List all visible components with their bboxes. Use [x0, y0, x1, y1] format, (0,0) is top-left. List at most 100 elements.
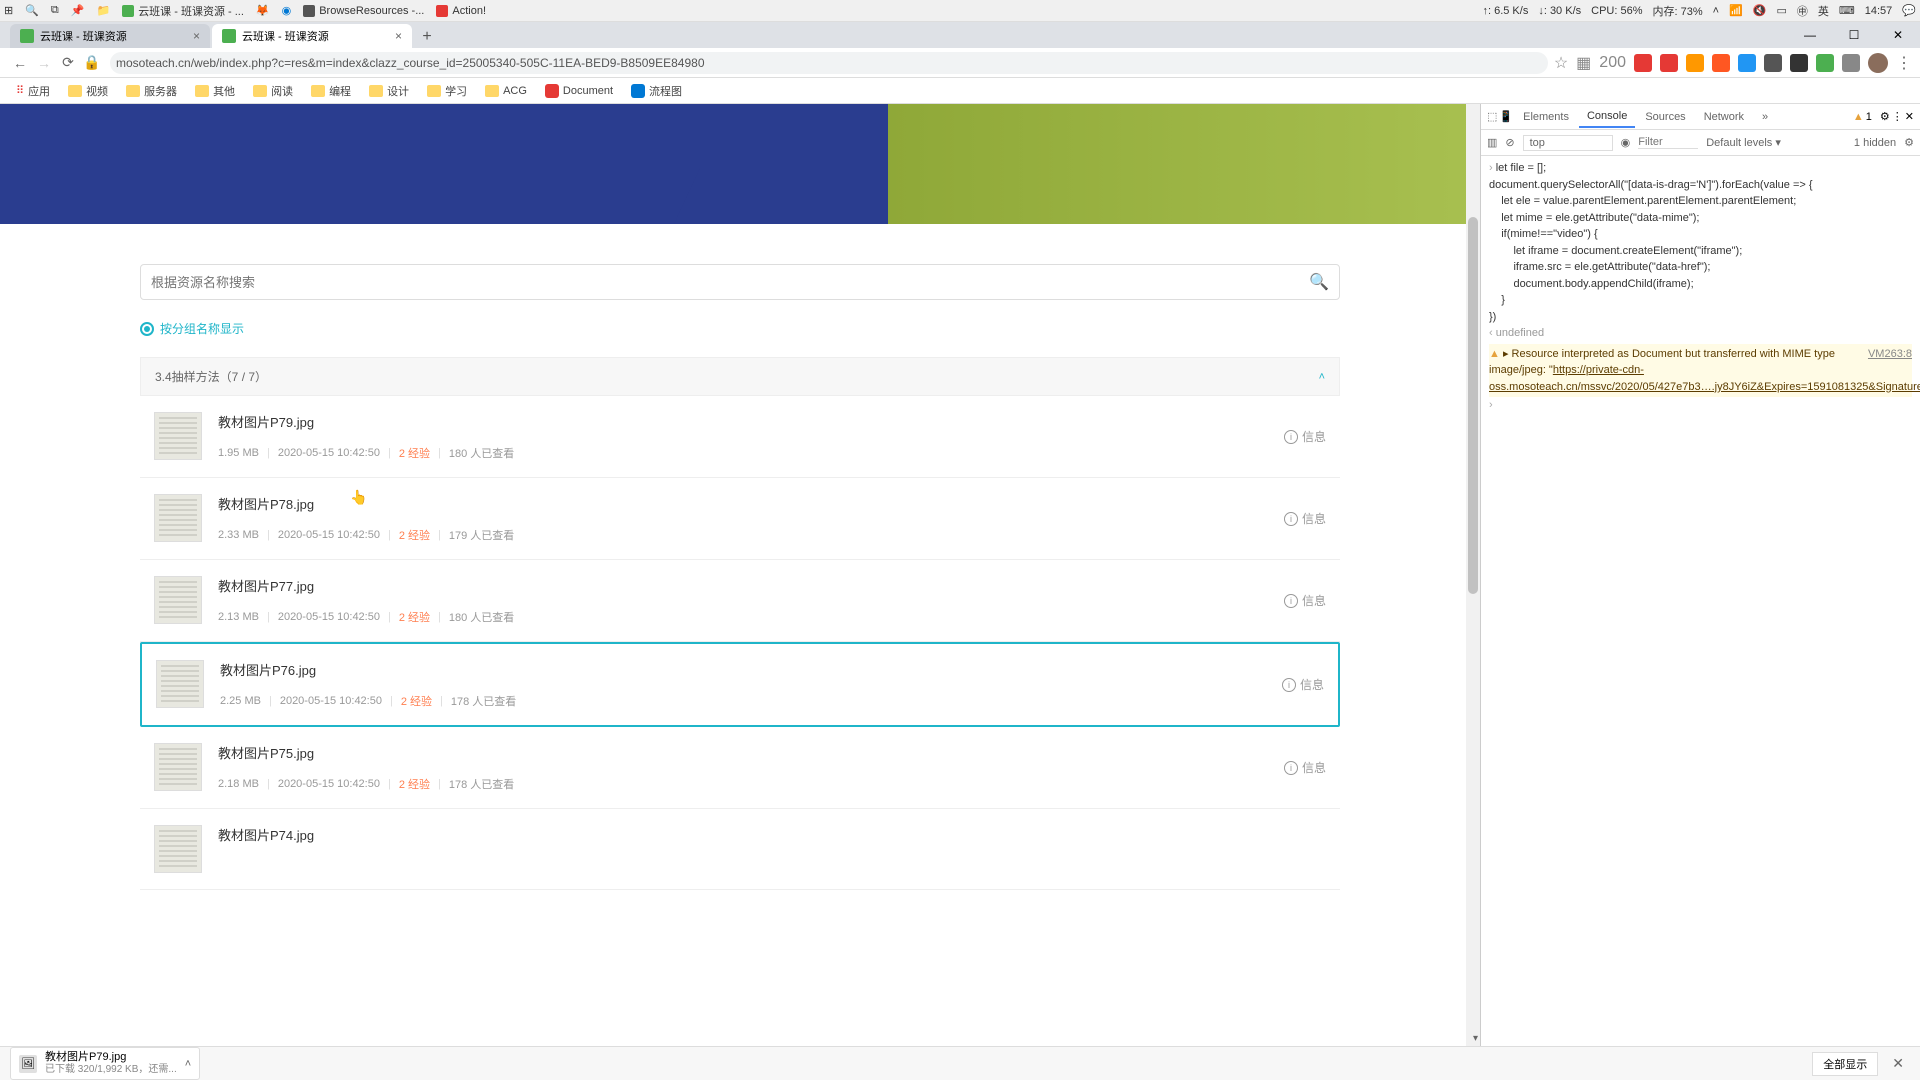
- minimize-button[interactable]: —: [1788, 22, 1832, 48]
- tab-network[interactable]: Network: [1696, 107, 1752, 127]
- scroll-down-icon[interactable]: ▾: [1471, 1031, 1480, 1046]
- profile-avatar[interactable]: [1868, 53, 1888, 73]
- close-icon[interactable]: ×: [395, 29, 402, 43]
- pin-icon[interactable]: 📌: [71, 4, 85, 17]
- extension-icon[interactable]: [1738, 54, 1756, 72]
- bookmark-folder[interactable]: 设计: [363, 81, 415, 101]
- taskbar-app-3[interactable]: Action!: [436, 5, 486, 17]
- clock[interactable]: 14:57: [1865, 5, 1893, 17]
- resource-search[interactable]: 🔍: [140, 264, 1340, 300]
- wifi-icon[interactable]: 📶: [1729, 4, 1743, 17]
- info-button[interactable]: i信息: [1284, 510, 1326, 527]
- context-selector[interactable]: top: [1523, 135, 1613, 151]
- resource-item[interactable]: 教材图片P77.jpg 2.13 MB| 2020-05-15 10:42:50…: [140, 560, 1340, 642]
- live-expression-icon[interactable]: ◉: [1621, 136, 1631, 149]
- firefox-icon[interactable]: 🦊: [256, 4, 270, 17]
- extension-icon[interactable]: [1634, 54, 1652, 72]
- close-window-button[interactable]: ✕: [1876, 22, 1920, 48]
- show-all-downloads[interactable]: 全部显示: [1812, 1052, 1878, 1076]
- group-header[interactable]: 3.4抽样方法（7 / 7） ˄: [140, 357, 1340, 396]
- ime-lang[interactable]: 英: [1818, 3, 1829, 19]
- console-output[interactable]: › let file = []; document.querySelectorA…: [1481, 156, 1920, 1046]
- resource-item[interactable]: 教材图片P75.jpg 2.18 MB| 2020-05-15 10:42:50…: [140, 727, 1340, 809]
- bookmark-folder[interactable]: ACG: [479, 83, 533, 99]
- console-sidebar-icon[interactable]: ▥: [1487, 136, 1497, 149]
- ime-icon[interactable]: ㊥: [1797, 3, 1808, 19]
- taskbar-app-2[interactable]: BrowseResources -...: [303, 5, 424, 17]
- ext-badge[interactable]: 200: [1599, 54, 1626, 72]
- devtools-close-icon[interactable]: ✕: [1905, 110, 1914, 123]
- hidden-count[interactable]: 1 hidden: [1854, 137, 1896, 149]
- star-icon[interactable]: ☆: [1554, 53, 1568, 73]
- resource-item[interactable]: 教材图片P78.jpg 2.33 MB| 2020-05-15 10:42:50…: [140, 478, 1340, 560]
- tab-sources[interactable]: Sources: [1637, 107, 1693, 127]
- qr-icon[interactable]: ▦: [1576, 53, 1591, 73]
- tab-console[interactable]: Console: [1579, 106, 1635, 128]
- bookmark-folder[interactable]: 其他: [189, 81, 241, 101]
- extension-icon[interactable]: [1686, 54, 1704, 72]
- bookmark-folder[interactable]: 学习: [421, 81, 473, 101]
- task-view-icon[interactable]: ⧉: [51, 4, 59, 17]
- info-button[interactable]: i信息: [1284, 759, 1326, 776]
- keyboard-icon[interactable]: ⌨: [1839, 4, 1855, 17]
- device-icon[interactable]: 📱: [1499, 110, 1513, 123]
- clear-console-icon[interactable]: ⊘: [1505, 136, 1514, 149]
- chevron-up-icon[interactable]: ˄: [185, 1058, 191, 1070]
- extension-icon[interactable]: [1660, 54, 1678, 72]
- warning-source[interactable]: VM263:8: [1868, 346, 1912, 363]
- extension-icon[interactable]: [1842, 54, 1860, 72]
- search-icon[interactable]: 🔍: [1309, 272, 1329, 292]
- volume-icon[interactable]: 🔇: [1753, 4, 1767, 17]
- tab-elements[interactable]: Elements: [1515, 107, 1577, 127]
- resource-item[interactable]: 教材图片P76.jpg 2.25 MB| 2020-05-15 10:42:50…: [140, 642, 1340, 727]
- log-levels[interactable]: Default levels ▾: [1706, 136, 1781, 149]
- edge-icon[interactable]: ◉: [282, 4, 292, 17]
- close-icon[interactable]: ✕: [1886, 1055, 1910, 1072]
- explorer-icon[interactable]: 📁: [96, 4, 110, 17]
- warning-count[interactable]: ▲1: [1853, 111, 1872, 123]
- devtools-menu-icon[interactable]: ⋮: [1892, 110, 1903, 123]
- chevron-up-icon[interactable]: ˄: [1319, 371, 1325, 383]
- bookmark-folder[interactable]: 视频: [62, 81, 114, 101]
- extension-icon[interactable]: [1764, 54, 1782, 72]
- new-tab-button[interactable]: +: [414, 26, 440, 48]
- close-icon[interactable]: ×: [193, 29, 200, 43]
- warning-url[interactable]: https://private-cdn-oss.mosoteach.cn/mss…: [1489, 364, 1920, 393]
- menu-icon[interactable]: ⋮: [1896, 53, 1912, 73]
- url-input[interactable]: [110, 52, 1548, 74]
- bookmark-folder[interactable]: 编程: [305, 81, 357, 101]
- inspect-icon[interactable]: ⬚: [1487, 110, 1497, 123]
- maximize-button[interactable]: ☐: [1832, 22, 1876, 48]
- taskbar-app-1[interactable]: 云班课 - 班课资源 - ...: [122, 3, 244, 19]
- browser-tab-2[interactable]: 云班课 - 班课资源 ×: [212, 24, 412, 48]
- settings-icon[interactable]: ⚙: [1880, 110, 1890, 123]
- extension-icon[interactable]: [1816, 54, 1834, 72]
- scrollbar-thumb[interactable]: [1468, 217, 1478, 594]
- info-button[interactable]: i信息: [1284, 428, 1326, 445]
- bookmark-item[interactable]: 流程图: [625, 81, 688, 101]
- battery-icon[interactable]: ▭: [1776, 4, 1786, 17]
- tab-more[interactable]: »: [1754, 107, 1776, 127]
- resource-item[interactable]: 教材图片P79.jpg 1.95 MB| 2020-05-15 10:42:50…: [140, 396, 1340, 478]
- forward-button[interactable]: →: [32, 51, 56, 75]
- reload-button[interactable]: ⟳: [56, 51, 80, 75]
- lock-icon[interactable]: 🔒: [80, 51, 104, 75]
- extension-icon[interactable]: [1712, 54, 1730, 72]
- search-input[interactable]: [151, 275, 1309, 290]
- console-settings-icon[interactable]: ⚙: [1904, 136, 1914, 149]
- filter-input[interactable]: [1638, 136, 1698, 149]
- apps-button[interactable]: ⠿应用: [10, 81, 56, 101]
- scrollbar[interactable]: [1466, 104, 1480, 1046]
- browser-tab-1[interactable]: 云班课 - 班课资源 ×: [10, 24, 210, 48]
- download-item[interactable]: 🖼 教材图片P79.jpg 已下载 320/1,992 KB，还需... ˄: [10, 1047, 200, 1080]
- tray-chevron-icon[interactable]: ˄: [1713, 5, 1719, 17]
- resource-item[interactable]: 教材图片P74.jpg: [140, 809, 1340, 890]
- search-icon[interactable]: 🔍: [25, 4, 39, 17]
- start-icon[interactable]: ⊞: [4, 4, 13, 17]
- bookmark-folder[interactable]: 服务器: [120, 81, 183, 101]
- back-button[interactable]: ←: [8, 51, 32, 75]
- info-button[interactable]: i信息: [1282, 676, 1324, 693]
- notifications-icon[interactable]: 💬: [1902, 4, 1916, 17]
- bookmark-folder[interactable]: 阅读: [247, 81, 299, 101]
- info-button[interactable]: i信息: [1284, 592, 1326, 609]
